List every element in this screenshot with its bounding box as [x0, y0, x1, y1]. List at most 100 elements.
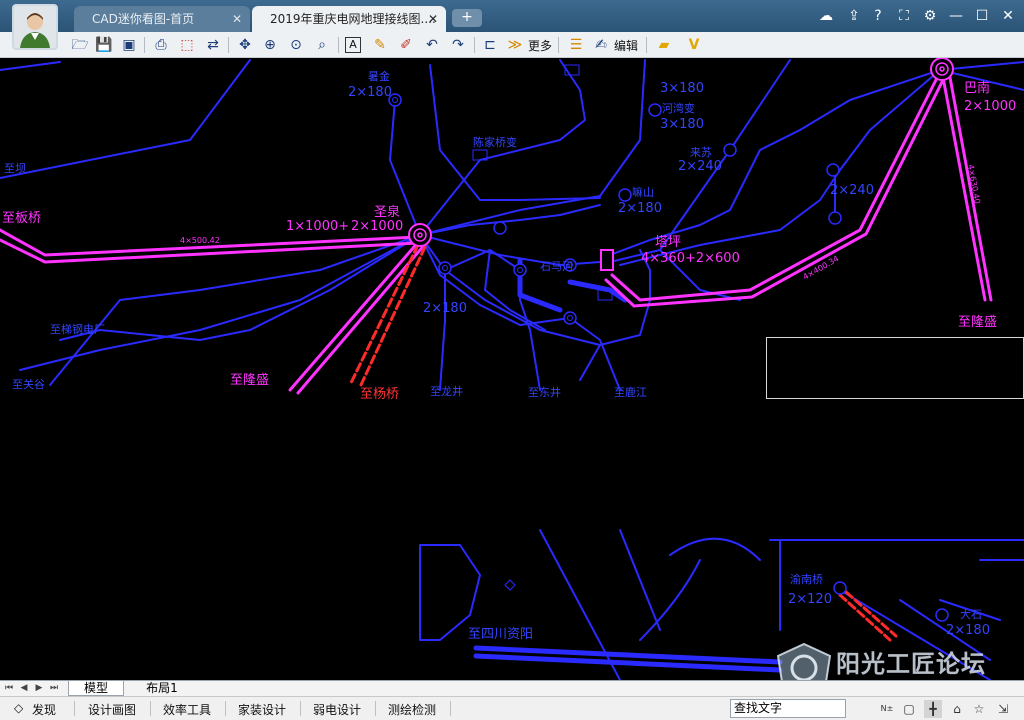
more-button[interactable]: 更多 [528, 37, 552, 54]
zoom-in-icon[interactable]: ⊕ [260, 35, 280, 55]
pan-icon[interactable]: ✥ [235, 35, 255, 55]
next-layout-icon[interactable]: ▶ [33, 682, 45, 694]
open-folder-icon[interactable]: 🗁 [70, 35, 90, 55]
map-label: 圣泉 [374, 204, 400, 220]
menu-efficiency-tools[interactable]: 效率工具 [163, 701, 211, 718]
layers-icon[interactable]: ☰ [566, 35, 586, 55]
minimize-icon[interactable]: — [946, 6, 966, 26]
menu-home-design[interactable]: 家装设计 [238, 701, 286, 718]
menu-divider [150, 701, 151, 716]
map-label: 巴南 [964, 80, 990, 96]
map-label: 2×1000 [351, 219, 403, 234]
map-label: 来苏 [690, 146, 712, 159]
close-tab-icon[interactable]: ✕ [428, 6, 438, 32]
map-label: 塔坪 [655, 235, 681, 250]
toolbar-divider [338, 37, 339, 53]
tab-drawing-label: 2019年重庆电网地理接线图.... [270, 12, 436, 26]
edit-button[interactable]: 编辑 [614, 37, 638, 54]
redo-icon[interactable]: ↷ [448, 35, 468, 55]
more-icon[interactable]: ≫ [505, 35, 525, 55]
zoom-window-icon[interactable]: ⌕ [312, 35, 332, 55]
snap-icon[interactable]: ⌂ [948, 700, 966, 718]
main-toolbar: 🗁 💾 ▣ ⎙ ⬚ ⇄ ✥ ⊕ ⊙ ⌕ A ✎ ✐ ↶ ↷ ⊏ ≫ 更多 ☰ ✍… [0, 32, 1024, 58]
menu-design-drawing[interactable]: 设计画图 [88, 701, 136, 718]
layout-tab-layout1[interactable]: 布局1 [134, 681, 190, 696]
new-tab-button[interactable]: + [452, 9, 482, 27]
map-label: 至坝 [4, 161, 26, 175]
tab-home-label: CAD迷你看图-首页 [92, 12, 195, 26]
menu-low-voltage-design[interactable]: 弱电设计 [313, 701, 361, 718]
map-label: 暑金 [368, 69, 390, 83]
cloud-icon[interactable]: ☁ [816, 6, 836, 26]
map-label: 3×180 [660, 81, 704, 96]
bottom-menu-bar: ◇ 发现 设计画图 效率工具 家装设计 弱电设计 测绘检测 查找文字 N± ▢ … [0, 696, 1024, 720]
map-label: 至隆盛 [230, 373, 269, 388]
map-label: 2×180 [348, 85, 392, 100]
menu-divider [375, 701, 376, 716]
expand-icon[interactable]: ⇲ [994, 700, 1012, 718]
crosshair-icon[interactable]: ╋ [924, 700, 942, 718]
map-label: 大石 [960, 607, 982, 621]
user-avatar-icon [14, 6, 56, 48]
menu-discover[interactable]: 发现 [32, 701, 56, 718]
map-label: 至隆盛 [958, 315, 997, 330]
edit-icon[interactable]: ✍ [591, 35, 611, 55]
convert-icon[interactable]: ⇄ [203, 35, 223, 55]
favorite-icon[interactable]: ☆ [970, 700, 988, 718]
pencil-icon[interactable]: ✎ [370, 35, 390, 55]
close-window-icon[interactable]: ✕ [998, 6, 1018, 26]
selection-rectangle [766, 337, 1024, 399]
coordinate-icon[interactable]: N± [878, 700, 896, 718]
map-label: 陈家桥变 [473, 135, 517, 149]
toolbar-divider [646, 37, 647, 53]
save-as-icon[interactable]: ▣ [119, 35, 139, 55]
text-tool-icon[interactable]: A [345, 37, 361, 53]
map-label: 3×180 [660, 117, 704, 132]
share-icon[interactable]: ⇪ [844, 6, 864, 26]
drawing-canvas[interactable]: 至板桥 至坝 暑金 2×180 陈家桥变 圣泉 1×1000+ 2×1000 4… [0, 58, 1024, 680]
menu-survey-inspection[interactable]: 测绘检测 [388, 701, 436, 718]
map-label: 至梯钢电厂 [50, 323, 105, 336]
tab-home[interactable]: CAD迷你看图-首页 ✕ [74, 6, 250, 32]
toolbar-divider [144, 37, 145, 53]
first-layout-icon[interactable]: ⏮ [3, 682, 15, 694]
user-avatar[interactable] [12, 4, 58, 50]
undo-icon[interactable]: ↶ [422, 35, 442, 55]
help-icon[interactable]: ? [868, 6, 888, 26]
pdf-export-icon[interactable]: ⬚ [177, 35, 197, 55]
fullscreen-icon[interactable]: ⛶ [894, 6, 914, 26]
menu-divider [450, 701, 451, 716]
map-label: 2×180 [618, 201, 662, 216]
map-label: 至龙井 [430, 384, 463, 398]
vip-icon[interactable]: V [684, 35, 704, 55]
find-text-input[interactable]: 查找文字 [730, 699, 846, 718]
map-label: 2×180 [946, 623, 990, 638]
map-label: 2×240 [830, 183, 874, 198]
layout-tab-model[interactable]: 模型 [68, 681, 124, 696]
map-label: 至鹿江 [614, 385, 647, 399]
map-label: 至关谷 [12, 377, 45, 391]
print-icon[interactable]: ⎙ [151, 35, 171, 55]
save-icon[interactable]: 💾 [94, 35, 114, 55]
brush-icon[interactable]: ✐ [396, 35, 416, 55]
close-tab-icon[interactable]: ✕ [232, 6, 242, 32]
toolbar-divider [474, 37, 475, 53]
map-label: 2×240 [678, 159, 722, 174]
map-label: 至板桥 [2, 211, 41, 226]
cad-viewer-window: CAD迷你看图-首页 ✕ 2019年重庆电网地理接线图.... ✕ + ☁ ⇪ … [0, 0, 1024, 720]
image-folder-icon[interactable]: ▰ [654, 35, 674, 55]
map-label: 2×120 [788, 592, 832, 607]
discover-icon[interactable]: ◇ [14, 701, 23, 715]
toolbar-divider [228, 37, 229, 53]
map-label: 石马河 [540, 260, 573, 273]
tab-drawing[interactable]: 2019年重庆电网地理接线图.... ✕ [252, 6, 446, 32]
title-bar: CAD迷你看图-首页 ✕ 2019年重庆电网地理接线图.... ✕ + ☁ ⇪ … [0, 0, 1024, 32]
zoom-extent-icon[interactable]: ⊙ [286, 35, 306, 55]
last-layout-icon[interactable]: ⏭ [48, 682, 60, 694]
measure-icon[interactable]: ⊏ [480, 35, 500, 55]
ortho-icon[interactable]: ▢ [900, 700, 918, 718]
maximize-icon[interactable]: ☐ [972, 6, 992, 26]
settings-icon[interactable]: ⚙ [920, 6, 940, 26]
map-label: 2×1000 [964, 99, 1016, 114]
prev-layout-icon[interactable]: ◀ [18, 682, 30, 694]
